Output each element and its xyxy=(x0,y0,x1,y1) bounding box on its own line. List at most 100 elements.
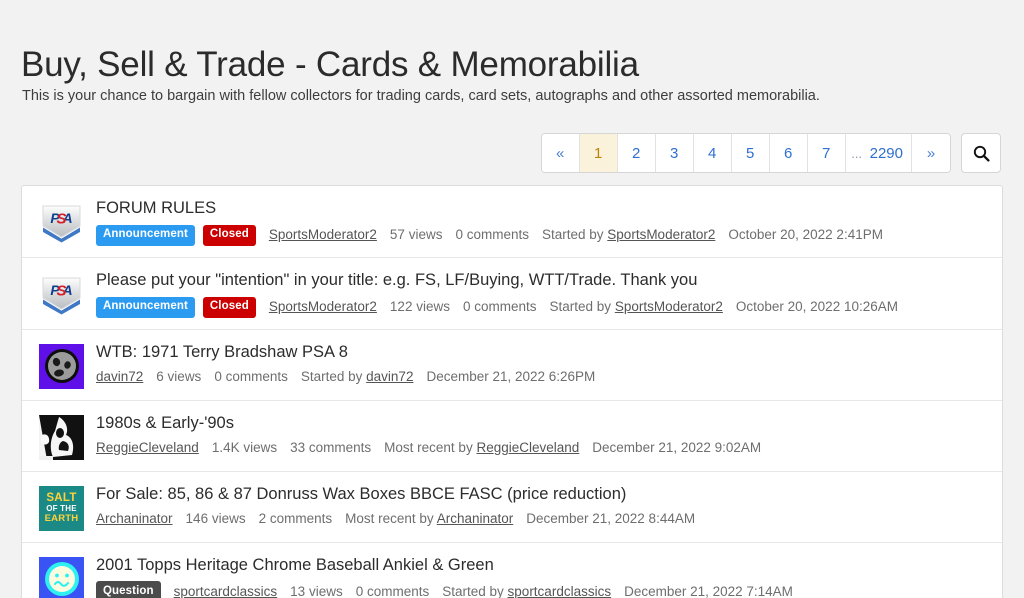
thread-activity: Started by SportsModerator2 xyxy=(541,227,716,243)
thread-author[interactable]: sportcardclassics xyxy=(174,583,278,598)
pagination-bar: « 1 2 3 4 5 6 7 ... 2290 » xyxy=(540,133,1001,173)
thread-comments: 0 comments xyxy=(455,227,529,243)
pagination-last-page[interactable]: 2290 xyxy=(867,134,912,172)
thread-activity-user[interactable]: sportcardclassics xyxy=(508,584,612,598)
thread-views: 146 views xyxy=(185,511,246,527)
salt-line-3: EARTH xyxy=(44,513,79,525)
psa-logo-icon: P A S xyxy=(39,200,84,245)
status-badge: Announcement xyxy=(96,224,195,246)
table-row[interactable]: 1980s & Early-'90s ReggieCleveland 1.4K … xyxy=(22,401,1002,472)
svg-text:S: S xyxy=(56,282,66,299)
thread-comments: 0 comments xyxy=(214,369,288,385)
status-badge: Question xyxy=(96,581,161,598)
table-row[interactable]: P A S Please put your "intention" in you… xyxy=(22,258,1002,330)
thread-date: December 21, 2022 6:26PM xyxy=(426,369,596,385)
thread-activity: Most recent by ReggieCleveland xyxy=(384,440,580,456)
thread-title[interactable]: WTB: 1971 Terry Bradshaw PSA 8 xyxy=(96,343,988,363)
thread-meta: Archaninator 146 views 2 comments Most r… xyxy=(96,510,988,528)
thread-activity: Started by SportsModerator2 xyxy=(549,299,723,314)
svg-text:S: S xyxy=(56,211,66,228)
thread-activity-user[interactable]: Archaninator xyxy=(437,511,514,526)
thread-author[interactable]: davin72 xyxy=(96,368,143,386)
thread-activity-user[interactable]: davin72 xyxy=(366,369,413,384)
thread-meta: ReggieCleveland 1.4K views 33 comments M… xyxy=(96,439,988,457)
thread-author[interactable]: SportsModerator2 xyxy=(269,226,377,244)
thread-meta: Announcement Closed SportsModerator2 122… xyxy=(96,296,988,318)
thread-date: October 20, 2022 10:26AM xyxy=(735,299,898,314)
thread-date: December 21, 2022 7:14AM xyxy=(624,583,793,598)
thread-title[interactable]: FORUM RULES xyxy=(96,199,988,219)
salt-line-1: SALT xyxy=(46,491,77,504)
reggiecleveland-avatar xyxy=(39,414,84,460)
table-row[interactable]: P A S FORUM RULES Announcement Closed Sp… xyxy=(22,186,1002,258)
thread-body: 1980s & Early-'90s ReggieCleveland 1.4K … xyxy=(96,413,988,458)
face-icon xyxy=(44,349,79,384)
thread-title[interactable]: For Sale: 85, 86 & 87 Donruss Wax Boxes … xyxy=(96,485,988,505)
portrait-photo-icon xyxy=(39,414,84,460)
pagination-ellipsis: ... xyxy=(845,134,868,172)
thread-date: December 21, 2022 8:44AM xyxy=(526,511,696,527)
thread-comments: 0 comments xyxy=(355,583,430,598)
thread-comments: 0 comments xyxy=(462,299,537,314)
status-badge: Closed xyxy=(202,224,256,246)
thread-body: FORUM RULES Announcement Closed SportsMo… xyxy=(96,198,988,246)
status-badge: Closed xyxy=(202,296,256,318)
thread-activity-user[interactable]: SportsModerator2 xyxy=(615,299,723,314)
badge-group: Question xyxy=(96,581,169,598)
thread-activity-user[interactable]: SportsModerator2 xyxy=(607,227,715,242)
search-button[interactable] xyxy=(961,133,1001,173)
table-row[interactable]: SALT OF THE EARTH For Sale: 85, 86 & 87 … xyxy=(22,472,1002,543)
thread-meta: Question sportcardclassics 13 views 0 co… xyxy=(96,581,988,598)
badge-group: Announcement Closed xyxy=(96,296,264,318)
thread-author[interactable]: ReggieCleveland xyxy=(96,439,199,457)
pagination-page-3[interactable]: 3 xyxy=(655,134,694,172)
smiley-face-icon xyxy=(44,562,79,597)
pagination-prev[interactable]: « xyxy=(541,134,580,172)
table-row[interactable]: WTB: 1971 Terry Bradshaw PSA 8 davin72 6… xyxy=(22,330,1002,401)
thread-date: October 20, 2022 2:41PM xyxy=(728,227,883,243)
thread-activity: Most recent by Archaninator xyxy=(345,511,514,527)
thread-meta: Announcement Closed SportsModerator2 57 … xyxy=(96,224,988,246)
thread-body: WTB: 1971 Terry Bradshaw PSA 8 davin72 6… xyxy=(96,342,988,387)
thread-views: 6 views xyxy=(156,369,202,385)
thread-activity: Started by davin72 xyxy=(300,369,414,385)
psa-logo-icon: P A S xyxy=(39,272,84,317)
thread-body: For Sale: 85, 86 & 87 Donruss Wax Boxes … xyxy=(96,484,988,529)
pagination-next[interactable]: » xyxy=(912,134,950,172)
salt-of-the-earth-avatar: SALT OF THE EARTH xyxy=(39,485,84,531)
pagination-page-4[interactable]: 4 xyxy=(693,134,732,172)
forum-category-page: Buy, Sell & Trade - Cards & Memorabilia … xyxy=(0,0,1024,598)
pagination-page-1[interactable]: 1 xyxy=(579,134,618,172)
table-row[interactable]: 2001 Topps Heritage Chrome Baseball Anki… xyxy=(22,543,1002,598)
thread-title[interactable]: Please put your "intention" in your titl… xyxy=(96,271,988,291)
thread-body: Please put your "intention" in your titl… xyxy=(96,270,988,318)
thread-activity: Started by sportcardclassics xyxy=(442,583,612,598)
thread-views: 57 views xyxy=(389,227,443,243)
thread-views: 13 views xyxy=(290,583,343,598)
thread-body: 2001 Topps Heritage Chrome Baseball Anki… xyxy=(96,555,988,598)
pagination-page-5[interactable]: 5 xyxy=(731,134,770,172)
thread-meta: davin72 6 views 0 comments Started by da… xyxy=(96,368,988,386)
thread-activity-user[interactable]: ReggieCleveland xyxy=(476,440,579,455)
thread-title[interactable]: 2001 Topps Heritage Chrome Baseball Anki… xyxy=(96,556,988,576)
thread-title[interactable]: 1980s & Early-'90s xyxy=(96,414,988,434)
pagination-page-2[interactable]: 2 xyxy=(617,134,656,172)
thread-comments: 33 comments xyxy=(290,440,372,456)
sportcardclassics-avatar xyxy=(39,556,84,598)
thread-author[interactable]: Archaninator xyxy=(96,510,173,528)
search-icon xyxy=(973,145,990,162)
thread-date: December 21, 2022 9:02AM xyxy=(592,440,762,456)
salt-line-2: OF THE xyxy=(46,504,77,514)
page-description: This is your chance to bargain with fell… xyxy=(22,88,820,104)
thread-views: 1.4K views xyxy=(211,440,278,456)
badge-group: Announcement Closed xyxy=(96,224,264,246)
thread-comments: 2 comments xyxy=(258,511,333,527)
thread-views: 122 views xyxy=(389,299,450,314)
page-title: Buy, Sell & Trade - Cards & Memorabilia xyxy=(21,45,639,85)
status-badge: Announcement xyxy=(96,296,195,318)
thread-author[interactable]: SportsModerator2 xyxy=(269,298,377,316)
thread-list: P A S FORUM RULES Announcement Closed Sp… xyxy=(21,185,1003,598)
pagination-page-7[interactable]: 7 xyxy=(807,134,846,172)
pagination-page-6[interactable]: 6 xyxy=(769,134,808,172)
pagination: « 1 2 3 4 5 6 7 ... 2290 » xyxy=(540,133,951,173)
